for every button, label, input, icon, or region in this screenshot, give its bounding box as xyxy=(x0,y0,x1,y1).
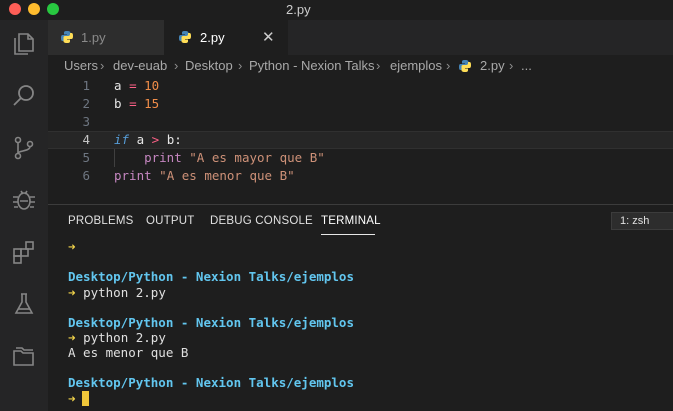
chevron-right-icon: › xyxy=(376,58,381,73)
tab-debug-console[interactable]: DEBUG CONSOLE xyxy=(210,215,313,227)
activity-bar xyxy=(0,20,48,411)
chevron-right-icon: › xyxy=(100,58,105,73)
breadcrumb-item[interactable]: dev-euab xyxy=(113,55,167,77)
title-bar: 2.py xyxy=(0,0,673,20)
line-number: 1 xyxy=(82,78,90,93)
terminal-line: ➜ python 2.py xyxy=(68,285,166,300)
debug-icon[interactable] xyxy=(10,186,38,214)
terminal-input-line[interactable]: ➜ xyxy=(68,391,89,406)
code-text: a = 10 xyxy=(114,78,160,93)
code-editor[interactable]: 1 a = 10 2 b = 15 3 4 if a > b: 5 print … xyxy=(48,77,673,204)
code-line: 1 a = 10 xyxy=(48,77,673,95)
line-number: 6 xyxy=(82,168,90,183)
terminal-line: ➜ xyxy=(68,239,76,254)
source-control-icon[interactable] xyxy=(10,134,38,162)
breadcrumb-item[interactable]: Python - Nexion Talks xyxy=(249,55,375,77)
bottom-panel: PROBLEMS OUTPUT DEBUG CONSOLE TERMINAL 1… xyxy=(48,204,673,411)
chevron-right-icon: › xyxy=(174,58,179,73)
python-file-icon xyxy=(179,31,191,43)
folder-icon[interactable] xyxy=(10,342,38,370)
active-tab-indicator xyxy=(321,234,375,235)
close-tab-icon[interactable]: ✕ xyxy=(262,20,275,55)
terminal-shell-select[interactable]: 1: zsh xyxy=(611,212,673,230)
terminal-path: Desktop/Python - Nexion Talks/ejemplos xyxy=(68,315,354,330)
code-line: 5 print "A es mayor que B" xyxy=(48,149,673,167)
code-text: print "A es menor que B" xyxy=(114,168,295,183)
tab-terminal[interactable]: TERMINAL xyxy=(321,215,381,227)
tab-2-py[interactable]: 2.py ✕ xyxy=(164,20,288,55)
breadcrumb-item[interactable]: Users xyxy=(64,55,98,77)
line-number: 4 xyxy=(82,132,90,147)
code-line-current: 4 if a > b: xyxy=(48,131,673,149)
terminal-path: Desktop/Python - Nexion Talks/ejemplos xyxy=(68,375,354,390)
terminal-path: Desktop/Python - Nexion Talks/ejemplos xyxy=(68,269,354,284)
terminal-line: ➜ python 2.py xyxy=(68,330,166,345)
breadcrumb-item[interactable]: ... xyxy=(521,55,532,77)
window-title: 2.py xyxy=(286,2,311,17)
breadcrumb-item[interactable]: Desktop xyxy=(185,55,233,77)
code-line: 6 print "A es menor que B" xyxy=(48,167,673,185)
terminal-cursor xyxy=(81,391,89,406)
python-file-icon xyxy=(61,31,73,43)
line-number: 2 xyxy=(82,96,90,111)
code-text: b = 15 xyxy=(114,96,160,111)
tab-output[interactable]: OUTPUT xyxy=(146,215,194,227)
tab-problems[interactable]: PROBLEMS xyxy=(68,215,134,227)
search-icon[interactable] xyxy=(10,82,38,110)
extensions-icon[interactable] xyxy=(10,238,38,266)
chevron-right-icon: › xyxy=(509,58,514,73)
tab-label: 2.py xyxy=(200,30,225,45)
chevron-right-icon: › xyxy=(446,58,451,73)
tab-1-py[interactable]: 1.py xyxy=(48,20,164,55)
code-text: if a > b: xyxy=(114,132,182,147)
breadcrumb: Users › dev-euab › Desktop › Python - Ne… xyxy=(48,55,673,77)
chevron-right-icon: › xyxy=(238,58,243,73)
breadcrumb-item[interactable]: 2.py xyxy=(480,55,505,77)
breadcrumb-item[interactable]: ejemplos xyxy=(390,55,442,77)
code-text: print "A es mayor que B" xyxy=(144,150,325,165)
line-number: 3 xyxy=(82,114,90,129)
code-line: 2 b = 15 xyxy=(48,95,673,113)
terminal-output: A es menor que B xyxy=(68,345,189,360)
line-number: 5 xyxy=(82,150,90,165)
tab-label: 1.py xyxy=(81,30,106,45)
code-line: 3 xyxy=(48,113,673,131)
python-file-icon xyxy=(459,60,471,72)
explorer-icon[interactable] xyxy=(10,30,38,58)
editor-tab-bar: 1.py 2.py ✕ xyxy=(48,20,673,55)
testing-flask-icon[interactable] xyxy=(10,290,38,318)
